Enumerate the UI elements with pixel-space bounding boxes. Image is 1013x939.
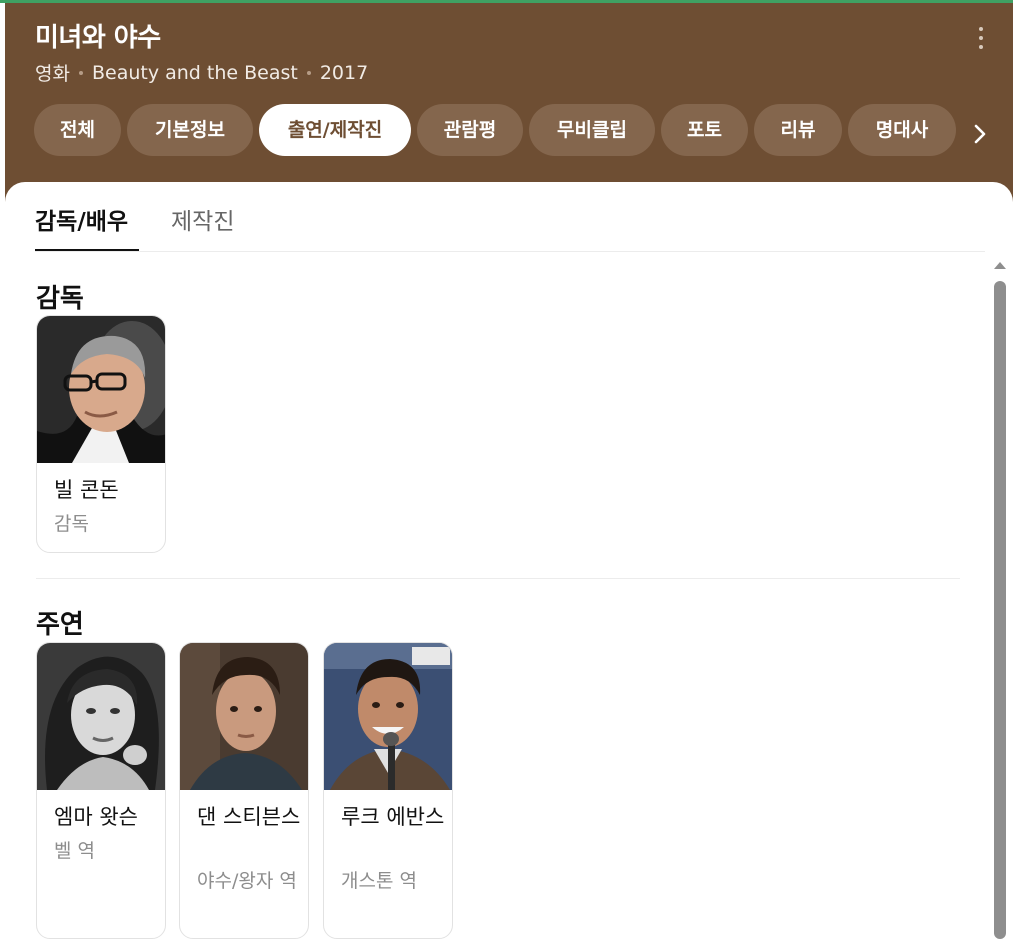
- person-photo: [180, 643, 308, 790]
- tab-cast-crew[interactable]: 출연/제작진: [259, 104, 411, 156]
- person-name: 루크 에반스: [341, 805, 445, 829]
- person-card[interactable]: 빌 콘돈 감독: [36, 315, 166, 553]
- chevron-right-icon[interactable]: [967, 121, 993, 147]
- tab-basic-info[interactable]: 기본정보: [127, 104, 253, 156]
- person-card[interactable]: 댄 스티븐스 야수/왕자 역: [179, 642, 309, 939]
- person-photo: [37, 316, 165, 463]
- scroll-up-arrow-icon[interactable]: [993, 260, 1007, 270]
- more-vertical-icon[interactable]: [971, 25, 991, 51]
- movie-subtitle: 영화 Beauty and the Beast 2017: [35, 59, 368, 86]
- person-name: 엠마 왓슨: [54, 805, 138, 829]
- person-card[interactable]: 루크 에반스 개스톤 역: [323, 642, 453, 939]
- subtab-crew[interactable]: 제작진: [171, 202, 234, 236]
- tab-reviews[interactable]: 리뷰: [754, 104, 842, 156]
- person-card[interactable]: 엠마 왓슨 벨 역: [36, 642, 166, 939]
- movie-title: 미녀와 야수: [35, 23, 161, 53]
- section-divider: [36, 578, 960, 579]
- person-name: 댄 스티븐스: [197, 805, 301, 829]
- person-photo: [37, 643, 165, 790]
- section-title-director: 감독: [36, 284, 84, 314]
- tab-photos[interactable]: 포토: [661, 104, 748, 156]
- tab-audience-reviews[interactable]: 관람평: [417, 104, 523, 156]
- separator-dot: [78, 70, 83, 75]
- subtab-divider: [35, 251, 985, 252]
- person-photo: [324, 643, 452, 790]
- scrollbar-thumb[interactable]: [994, 281, 1006, 939]
- person-name: 빌 콘돈: [54, 478, 119, 502]
- movie-year: 2017: [319, 61, 369, 84]
- subtab-director-actors[interactable]: 감독/배우: [35, 202, 128, 236]
- tab-all[interactable]: 전체: [34, 104, 121, 156]
- movie-tab-bar: 전체 기본정보 출연/제작진 관람평 무비클립 포토 리뷰 명대사: [34, 104, 969, 156]
- separator-dot: [306, 70, 311, 75]
- cast-crew-panel: 감독/배우 제작진 감독 빌 콘돈 감독 주연 엠마 왓슨 벨 역 댄 스티븐스…: [5, 182, 1013, 939]
- person-role: 벨 역: [54, 840, 95, 862]
- tab-movie-clips[interactable]: 무비클립: [529, 104, 655, 156]
- person-role: 개스톤 역: [341, 870, 417, 892]
- person-role: 야수/왕자 역: [197, 870, 297, 892]
- person-role: 감독: [54, 513, 89, 535]
- section-title-main-cast: 주연: [36, 610, 84, 640]
- tab-famous-lines[interactable]: 명대사: [848, 104, 956, 156]
- movie-category: 영화: [35, 63, 70, 85]
- movie-original-title: Beauty and the Beast: [91, 61, 298, 84]
